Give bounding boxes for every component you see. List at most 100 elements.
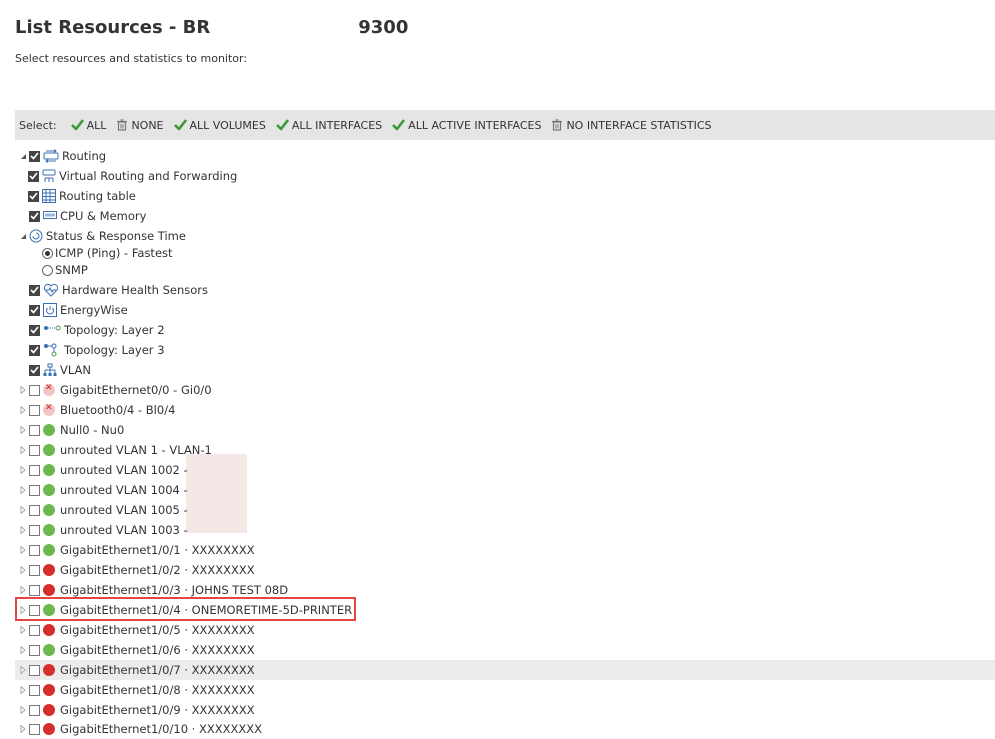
select-none-button[interactable]: NONE <box>116 119 164 132</box>
page-title: List Resources - BR 9300 <box>15 17 408 38</box>
tree-row-label: GigabitEthernet1/0/10 · XXXXXXXX <box>60 722 263 736</box>
tree-row: Routing table <box>28 186 136 206</box>
expand-arrow-icon[interactable] <box>18 665 28 675</box>
tree-row-label: Routing <box>62 149 107 163</box>
tree-row-label: Bluetooth0/4 - Bl0/4 <box>60 403 176 417</box>
expand-arrow-icon[interactable] <box>18 405 28 415</box>
status-icon <box>29 229 43 243</box>
tree-row-label: Topology: Layer 3 <box>64 343 165 357</box>
check-icon <box>392 119 408 131</box>
expand-arrow-icon[interactable] <box>18 645 28 655</box>
checkbox[interactable] <box>29 344 40 356</box>
select-all-active-interfaces-button[interactable]: ALL ACTIVE INTERFACES <box>392 119 541 132</box>
expand-arrow-icon[interactable] <box>18 724 28 734</box>
interface-row: unrouted VLAN 1 - VLAN-1 <box>18 440 212 460</box>
select-option-label: ALL ACTIVE INTERFACES <box>408 118 542 132</box>
tree-row-label: unrouted VLAN 1002 - <box>60 463 188 477</box>
expand-arrow-icon[interactable] <box>18 385 28 395</box>
checkbox[interactable] <box>29 304 40 316</box>
tree-row-label: GigabitEthernet1/0/7 · XXXXXXXX <box>60 663 255 677</box>
status-up-icon <box>43 444 55 456</box>
tree-row: Routing <box>18 146 106 166</box>
expand-arrow-icon[interactable] <box>18 465 28 475</box>
expand-arrow-icon[interactable] <box>18 585 28 595</box>
checkbox[interactable] <box>29 644 40 656</box>
status-up-icon <box>43 484 55 496</box>
tree-row-label: Hardware Health Sensors <box>62 283 209 297</box>
tree-row: CPU & Memory <box>18 206 146 226</box>
radio-button[interactable] <box>42 247 53 259</box>
interface-row: GigabitEthernet1/0/2 · XXXXXXXX <box>18 560 255 580</box>
checkbox[interactable] <box>29 504 40 516</box>
checkbox[interactable] <box>29 524 40 536</box>
status-down-icon <box>43 684 55 696</box>
radio-button[interactable] <box>42 264 53 276</box>
tree-row-label: Status & Response Time <box>46 229 186 243</box>
expand-arrow-icon[interactable] <box>18 705 28 715</box>
interface-row: GigabitEthernet0/0 - Gi0/0 <box>18 380 212 400</box>
checkbox[interactable] <box>29 544 40 556</box>
topology-l3-icon <box>43 343 61 357</box>
expand-arrow-icon[interactable] <box>18 565 28 575</box>
status-down-icon <box>43 664 55 676</box>
tree-row: EnergyWise <box>18 300 128 320</box>
interface-row: GigabitEthernet1/0/9 · XXXXXXXX <box>18 700 255 720</box>
collapse-arrow-icon[interactable] <box>18 151 28 161</box>
interface-row: GigabitEthernet1/0/5 · XXXXXXXX <box>18 620 255 640</box>
checkbox[interactable] <box>29 484 40 496</box>
checkbox[interactable] <box>29 324 40 336</box>
checkbox[interactable] <box>29 444 40 456</box>
expand-arrow-icon[interactable] <box>18 485 28 495</box>
check-icon <box>275 119 292 131</box>
expand-arrow-icon[interactable] <box>18 425 28 435</box>
checkbox[interactable] <box>29 404 40 416</box>
vrf-icon <box>42 169 56 183</box>
checkbox[interactable] <box>29 284 40 296</box>
checkbox[interactable] <box>29 384 40 396</box>
interface-row: unrouted VLAN 1004 - <box>18 480 188 500</box>
tree-row-label: GigabitEthernet0/0 - Gi0/0 <box>60 383 212 397</box>
status-up-icon <box>43 464 55 476</box>
select-no-interface-statistics-button[interactable]: NO INTERFACE STATISTICS <box>551 119 712 132</box>
select-all-volumes-button[interactable]: ALL VOLUMES <box>173 119 266 132</box>
checkbox[interactable] <box>29 584 40 596</box>
tree-row-label: Virtual Routing and Forwarding <box>59 169 238 183</box>
checkbox[interactable] <box>29 684 40 696</box>
select-label: Select: <box>19 118 57 132</box>
tree-row-label: GigabitEthernet1/0/9 · XXXXXXXX <box>60 703 255 717</box>
tree-row: Topology: Layer 2 <box>18 320 165 340</box>
checkbox[interactable] <box>29 664 40 676</box>
select-option-label: ALL <box>86 118 107 132</box>
select-all-interfaces-button[interactable]: ALL INTERFACES <box>275 119 382 132</box>
title-prefix: List Resources - BR <box>15 17 211 38</box>
tree-row-label: ICMP (Ping) - Fastest <box>55 246 173 260</box>
checkbox[interactable] <box>29 210 40 222</box>
checkbox[interactable] <box>29 564 40 576</box>
checkbox[interactable] <box>29 150 40 162</box>
checkbox[interactable] <box>29 464 40 476</box>
checkbox[interactable] <box>29 723 40 735</box>
expand-arrow-icon[interactable] <box>18 545 28 555</box>
status-up-icon <box>43 524 55 536</box>
expand-arrow-icon[interactable] <box>18 445 28 455</box>
interface-row: GigabitEthernet1/0/1 · XXXXXXXX <box>18 540 255 560</box>
status-down-icon <box>43 624 55 636</box>
expand-arrow-icon[interactable] <box>18 505 28 515</box>
tree-row: Hardware Health Sensors <box>18 280 208 300</box>
checkbox[interactable] <box>28 190 39 202</box>
checkbox[interactable] <box>29 424 40 436</box>
interface-row: unrouted VLAN 1002 - <box>18 460 188 480</box>
select-all-button[interactable]: ALL <box>70 118 107 132</box>
checkbox[interactable] <box>29 624 40 636</box>
collapse-arrow-icon[interactable] <box>18 231 28 241</box>
expand-arrow-icon[interactable] <box>18 685 28 695</box>
interface-row: GigabitEthernet1/0/7 · XXXXXXXX <box>15 660 995 680</box>
expand-arrow-icon[interactable] <box>18 525 28 535</box>
checkbox[interactable] <box>29 704 40 716</box>
checkbox[interactable] <box>28 170 39 182</box>
tree-row-label: GigabitEthernet1/0/1 · XXXXXXXX <box>60 543 255 557</box>
checkbox[interactable] <box>29 364 40 376</box>
status-down-icon <box>43 584 55 596</box>
expand-arrow-icon[interactable] <box>18 625 28 635</box>
